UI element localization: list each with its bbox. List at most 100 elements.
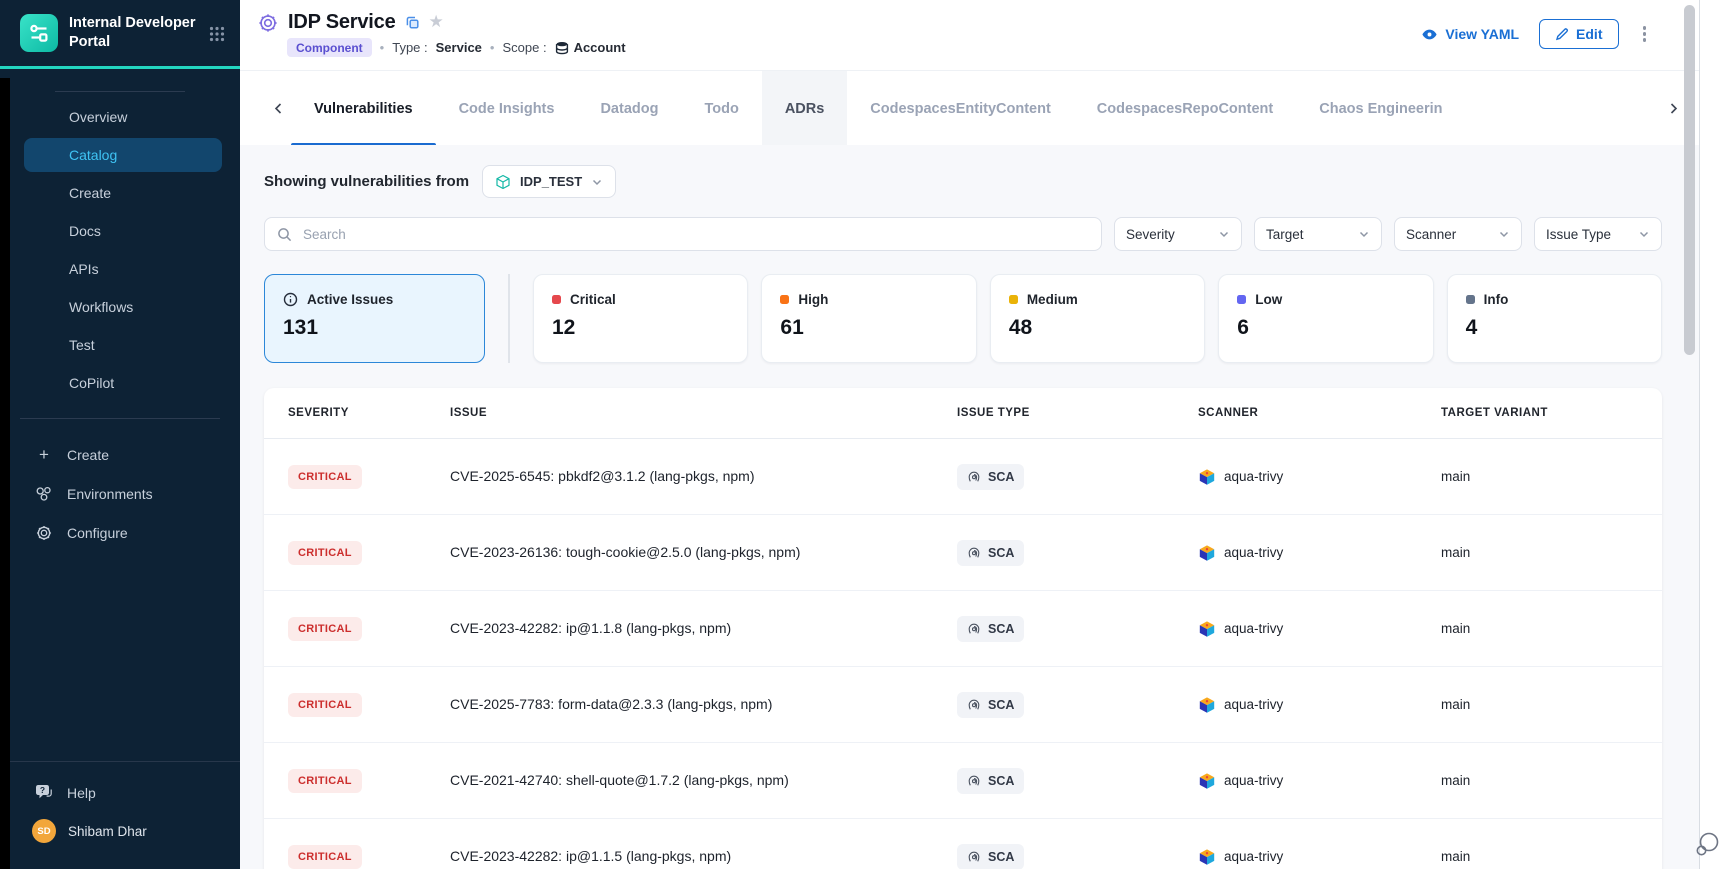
active-issues-card[interactable]: Active Issues 131 bbox=[264, 274, 485, 363]
tabs-scroll-left-icon[interactable] bbox=[266, 96, 291, 121]
filter-label: Severity bbox=[1126, 227, 1175, 242]
project-name: IDP_TEST bbox=[520, 174, 582, 189]
filter-dropdown[interactable]: Target bbox=[1254, 217, 1382, 251]
tab[interactable]: Todo bbox=[681, 71, 761, 146]
table-row[interactable]: CRITICAL CVE-2025-7783: form-data@2.3.3 … bbox=[264, 667, 1662, 743]
sidebar-item-create[interactable]: + Create bbox=[0, 435, 240, 474]
account-scope-icon bbox=[555, 41, 569, 55]
avatar: SD bbox=[32, 819, 56, 843]
sidebar-item-label: APIs bbox=[69, 261, 99, 277]
entity-header: IDP Service ★ Component • Type : Service… bbox=[240, 0, 1700, 71]
fingerprint-icon bbox=[967, 622, 981, 636]
scope-label: Scope : bbox=[502, 40, 546, 55]
sidebar-item[interactable]: APIs bbox=[24, 252, 222, 286]
tab-label: ADRs bbox=[785, 101, 824, 117]
scanner-name: aqua-trivy bbox=[1224, 545, 1283, 560]
table-row[interactable]: CRITICAL CVE-2023-26136: tough-cookie@2.… bbox=[264, 515, 1662, 591]
tab[interactable]: Chaos Engineerin bbox=[1296, 71, 1465, 146]
search-input[interactable] bbox=[301, 226, 1089, 243]
vulnerabilities-panel: Showing vulnerabilities from IDP_TEST Se… bbox=[240, 145, 1700, 869]
tab[interactable]: Vulnerabilities bbox=[291, 71, 436, 146]
scanner-cell: aqua-trivy bbox=[1198, 772, 1441, 790]
view-yaml-button[interactable]: View YAML bbox=[1421, 26, 1519, 42]
sidebar-item[interactable]: Overview bbox=[24, 100, 222, 134]
column-header: SEVERITY bbox=[264, 407, 450, 419]
filter-label: Scanner bbox=[1406, 227, 1456, 242]
column-header: TARGET VARIANT bbox=[1441, 407, 1662, 419]
sidebar: Internal Developer Portal Overview Catal… bbox=[0, 0, 240, 869]
sidebar-item-label: Test bbox=[69, 337, 95, 353]
tab-label: Datadog bbox=[600, 101, 658, 117]
target-variant: main bbox=[1441, 773, 1470, 788]
tab[interactable]: Datadog bbox=[577, 71, 681, 146]
user-menu[interactable]: SD Shibam Dhar bbox=[0, 801, 240, 843]
severity-card[interactable]: Info 4 bbox=[1447, 274, 1662, 363]
severity-card[interactable]: Critical 12 bbox=[533, 274, 748, 363]
edit-button[interactable]: Edit bbox=[1539, 19, 1618, 49]
showing-label: Showing vulnerabilities from bbox=[264, 173, 469, 190]
table-header: SEVERITY ISSUE ISSUE TYPE SCANNER TARGET… bbox=[264, 388, 1662, 439]
scanner-cell: aqua-trivy bbox=[1198, 696, 1441, 714]
help-button[interactable]: ? Help bbox=[0, 762, 240, 801]
chevron-down-icon bbox=[1498, 228, 1510, 240]
tab[interactable]: Code Insights bbox=[436, 71, 578, 146]
filter-dropdown[interactable]: Issue Type bbox=[1534, 217, 1662, 251]
portal-logo[interactable] bbox=[20, 14, 58, 52]
filter-dropdown[interactable]: Scanner bbox=[1394, 217, 1522, 251]
target-variant: main bbox=[1441, 697, 1470, 712]
aqua-trivy-icon bbox=[1198, 772, 1216, 790]
severity-card[interactable]: Low 6 bbox=[1218, 274, 1433, 363]
severity-dot bbox=[1237, 295, 1246, 304]
vertical-scrollbar[interactable] bbox=[1684, 5, 1695, 355]
type-value: Service bbox=[436, 40, 482, 55]
severity-card[interactable]: Medium 48 bbox=[990, 274, 1205, 363]
type-label: Type : bbox=[392, 40, 427, 55]
issue-type-badge: SCA bbox=[957, 844, 1024, 869]
copy-icon[interactable] bbox=[405, 15, 420, 30]
aqua-trivy-icon bbox=[1198, 468, 1216, 486]
sidebar-item[interactable]: Catalog bbox=[24, 138, 222, 172]
severity-dot bbox=[780, 295, 789, 304]
fingerprint-icon bbox=[967, 470, 981, 484]
issues-table: SEVERITY ISSUE ISSUE TYPE SCANNER TARGET… bbox=[264, 388, 1662, 869]
tab-label: Chaos Engineerin bbox=[1319, 101, 1442, 117]
stat-value: 4 bbox=[1448, 307, 1661, 340]
table-row[interactable]: CRITICAL CVE-2023-42282: ip@1.1.5 (lang-… bbox=[264, 819, 1662, 869]
help-label: Help bbox=[67, 785, 96, 801]
stat-label: Critical bbox=[570, 292, 616, 307]
tab-label: CodespacesRepoContent bbox=[1097, 101, 1273, 117]
eye-icon bbox=[1421, 28, 1438, 41]
issue-text: CVE-2023-26136: tough-cookie@2.5.0 (lang… bbox=[450, 544, 800, 560]
stat-value: 12 bbox=[534, 307, 747, 340]
more-options-icon[interactable] bbox=[1639, 22, 1651, 46]
sidebar-item[interactable]: Test bbox=[24, 328, 222, 362]
tab[interactable]: CodespacesEntityContent bbox=[847, 71, 1073, 146]
favorite-star-icon[interactable]: ★ bbox=[429, 13, 444, 30]
table-row[interactable]: CRITICAL CVE-2025-6545: pbkdf2@3.1.2 (la… bbox=[264, 439, 1662, 515]
severity-card[interactable]: High 61 bbox=[761, 274, 976, 363]
filter-dropdown[interactable]: Severity bbox=[1114, 217, 1242, 251]
support-headset-icon[interactable] bbox=[1693, 829, 1723, 859]
sidebar-item[interactable]: Workflows bbox=[24, 290, 222, 324]
project-dropdown[interactable]: IDP_TEST bbox=[482, 165, 616, 198]
search-icon bbox=[277, 227, 292, 242]
issue-type-badge: SCA bbox=[957, 692, 1024, 718]
sidebar-item[interactable]: Create bbox=[24, 176, 222, 210]
target-variant: main bbox=[1441, 849, 1470, 864]
sidebar-item[interactable]: CoPilot bbox=[24, 366, 222, 400]
tab[interactable]: ADRs bbox=[762, 71, 847, 146]
table-row[interactable]: CRITICAL CVE-2021-42740: shell-quote@1.7… bbox=[264, 743, 1662, 819]
scanner-name: aqua-trivy bbox=[1224, 849, 1283, 864]
scanner-name: aqua-trivy bbox=[1224, 773, 1283, 788]
app-grid-icon[interactable] bbox=[208, 23, 226, 43]
sidebar-item-label: Create bbox=[67, 447, 109, 463]
right-rail bbox=[1699, 0, 1724, 869]
table-row[interactable]: CRITICAL CVE-2023-42282: ip@1.1.8 (lang-… bbox=[264, 591, 1662, 667]
target-variant: main bbox=[1441, 621, 1470, 636]
sidebar-item-environments[interactable]: Environments bbox=[0, 474, 240, 513]
sidebar-item-configure[interactable]: Configure bbox=[0, 513, 240, 552]
tabs-scroll-right-icon[interactable] bbox=[1661, 96, 1686, 121]
sidebar-item[interactable]: Docs bbox=[24, 214, 222, 248]
tab[interactable]: CodespacesRepoContent bbox=[1074, 71, 1296, 146]
scanner-name: aqua-trivy bbox=[1224, 469, 1283, 484]
